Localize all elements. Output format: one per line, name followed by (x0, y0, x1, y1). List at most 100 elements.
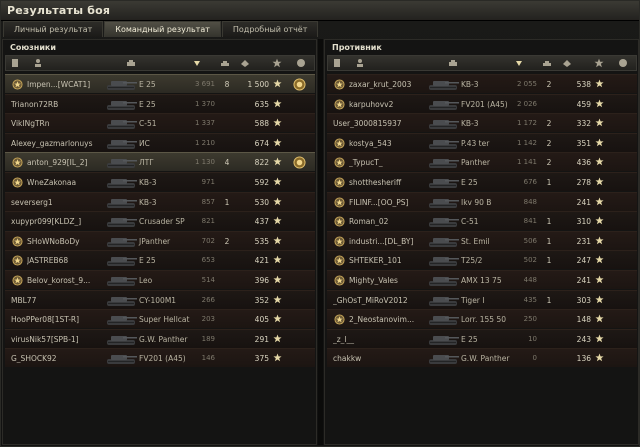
tab-detailed-report[interactable]: Подробный отчёт (221, 21, 319, 37)
badge-icon (12, 275, 23, 286)
kills-value: 2 (546, 158, 552, 168)
tank-silhouette-icon (105, 253, 139, 268)
tank-silhouette-icon (105, 312, 139, 327)
xp-value: 405 (254, 315, 269, 325)
table-row[interactable]: MBL77 CY-100M1 266 352 (5, 289, 315, 309)
table-row[interactable]: _GhOsT_MiRoV2012 Tiger I 435 1 303 (327, 289, 637, 309)
medals-icon[interactable] (618, 58, 628, 68)
table-row[interactable]: WneZakonaa KB-3 971 592 (5, 172, 315, 191)
table-row[interactable]: karpuhovv2 FV201 (A45) 2 026 459 (327, 93, 637, 113)
player-name[interactable]: Trianon72RB (11, 100, 111, 109)
table-row[interactable]: Mighty_Vales AMX 13 75 448 241 (327, 270, 637, 289)
player-name[interactable]: chakkw (333, 354, 433, 363)
table-row[interactable]: chakkw G.W. Panther 0 136 (327, 348, 637, 368)
table-row[interactable]: JASTREB68 E 25 653 421 (5, 250, 315, 270)
damage-value: 250 (523, 315, 537, 324)
vehicle-name: KB-3 (139, 197, 157, 207)
table-row[interactable]: Impen...[WCAT1] E 25 3 691 8 1 500 (5, 74, 315, 93)
table-row[interactable]: zaxar_krut_2003 KB-3 2 055 2 538 (327, 74, 637, 93)
enemies-panel: Противник zaxar_krut_2003 KB-3 2 055 2 538 ka… (324, 39, 639, 445)
player-icon[interactable] (10, 58, 20, 68)
table-row[interactable]: kostya_543 P.43 ter 1 142 2 351 (327, 132, 637, 152)
star-icon (595, 353, 604, 362)
table-row[interactable]: SHoWNoBoDy JPanther 702 2 535 (5, 230, 315, 250)
medals-icon[interactable] (296, 58, 306, 68)
star-icon (595, 197, 604, 206)
kills-value: 8 (224, 80, 230, 89)
crit-icon[interactable] (562, 58, 572, 68)
table-row[interactable]: VikINgTRn C-51 1 337 588 (5, 113, 315, 133)
table-row[interactable]: industri...[DL_BY] St. Emil 506 1 231 (327, 230, 637, 250)
table-row[interactable]: virusNik57[SPB-1] G.W. Panther 189 291 (5, 328, 315, 348)
player-name[interactable]: _z_l__ (333, 335, 433, 344)
vehicle-icon[interactable] (126, 58, 136, 68)
badge-icon (334, 177, 345, 188)
tank-silhouette-icon (105, 293, 139, 308)
table-row[interactable]: Roman_02 C-51 841 1 310 (327, 211, 637, 231)
crit-icon[interactable] (240, 58, 250, 68)
damage-value: 1 130 (194, 158, 215, 167)
player-name[interactable]: xupypr099[KLDZ_] (11, 217, 111, 226)
table-row[interactable]: Trianon72RB E 25 1 370 635 (5, 93, 315, 113)
damage-value: 266 (201, 295, 215, 304)
table-row[interactable]: SHTEKER_101 T25/2 502 1 247 (327, 250, 637, 270)
badge-icon (334, 157, 345, 168)
table-row[interactable]: Belov_korost_9... Leo 514 396 (5, 270, 315, 289)
vehicle-name: E 25 (461, 178, 478, 187)
player-icon[interactable] (332, 58, 342, 68)
player-name[interactable]: VikINgTRn (11, 119, 111, 128)
player-name[interactable]: MBL77 (11, 296, 111, 305)
xp-value: 351 (576, 138, 591, 148)
table-row[interactable]: _TypucT_ Panther 1 141 2 436 (327, 152, 637, 172)
player-name[interactable]: severserg1 (11, 198, 111, 207)
xp-icon[interactable] (272, 58, 282, 68)
table-row[interactable]: shotthesheriff E 25 676 1 278 (327, 172, 637, 191)
player-name[interactable]: HooPPer08[1ST-R] (11, 315, 111, 324)
table-row[interactable]: 2_Neostanovim... Lorr. 155 50 250 148 (327, 309, 637, 329)
vehicle-name: JPanther (139, 236, 171, 246)
medal-icon[interactable] (293, 78, 306, 91)
tab-bar: Личный результат Командный результат Под… (3, 21, 319, 37)
tank-silhouette-icon (105, 332, 139, 347)
table-row[interactable]: G_SHOCK92 FV201 (A45) 146 375 (5, 348, 315, 368)
damage-icon[interactable] (192, 58, 202, 68)
tab-team-result[interactable]: Командный результат (104, 21, 221, 37)
kills-icon[interactable] (542, 58, 552, 68)
xp-value: 396 (254, 276, 269, 285)
medal-icon[interactable] (293, 156, 306, 169)
player-name[interactable]: G_SHOCK92 (11, 354, 111, 363)
vehicle-name: C-51 (139, 119, 157, 129)
player-name[interactable]: _GhOsT_MiRoV2012 (333, 296, 433, 305)
kills-icon[interactable] (220, 58, 230, 68)
player-name-icon[interactable] (33, 58, 43, 68)
tab-personal-result[interactable]: Личный результат (3, 21, 104, 37)
star-icon (595, 79, 604, 88)
allies-panel: Союзники Impen...[WCAT1] E 25 3 691 8 1 500 T… (2, 39, 317, 445)
kills-value: 1 (546, 236, 552, 246)
damage-icon[interactable] (514, 58, 524, 68)
kills-value: 1 (546, 217, 552, 227)
kills-value: 1 (546, 178, 552, 187)
kills-value: 1 (546, 295, 552, 305)
table-row[interactable]: User_3000815937 KB-3 1 172 2 332 (327, 113, 637, 133)
window-title: Результаты боя (7, 4, 111, 17)
player-name[interactable]: virusNik57[SPB-1] (11, 335, 111, 344)
badge-icon (334, 275, 345, 286)
vehicle-icon[interactable] (448, 58, 458, 68)
vehicle-name: E 25 (139, 99, 156, 109)
table-row[interactable]: Alexey_gazmarlonuys ИС 1 210 674 (5, 132, 315, 152)
player-name[interactable]: User_3000815937 (333, 119, 433, 128)
xp-value: 674 (254, 138, 269, 148)
player-name[interactable]: Alexey_gazmarlonuys (11, 139, 111, 148)
xp-icon[interactable] (594, 58, 604, 68)
table-row[interactable]: severserg1 KB-3 857 1 530 (5, 191, 315, 211)
vehicle-name: E 25 (461, 334, 478, 344)
table-row[interactable]: HooPPer08[1ST-R] Super Hellcat 203 405 (5, 309, 315, 329)
table-row[interactable]: xupypr099[KLDZ_] Crusader SP 821 437 (5, 211, 315, 231)
player-name-icon[interactable] (355, 58, 365, 68)
table-row[interactable]: anton_929[IL_2] ЛТГ 1 130 4 822 (5, 152, 315, 172)
tank-silhouette-icon (427, 195, 461, 210)
table-row[interactable]: FILINF...[OO_PS] Ikv 90 B 848 241 (327, 191, 637, 211)
table-row[interactable]: _z_l__ E 25 10 243 (327, 328, 637, 348)
damage-value: 841 (523, 217, 537, 226)
